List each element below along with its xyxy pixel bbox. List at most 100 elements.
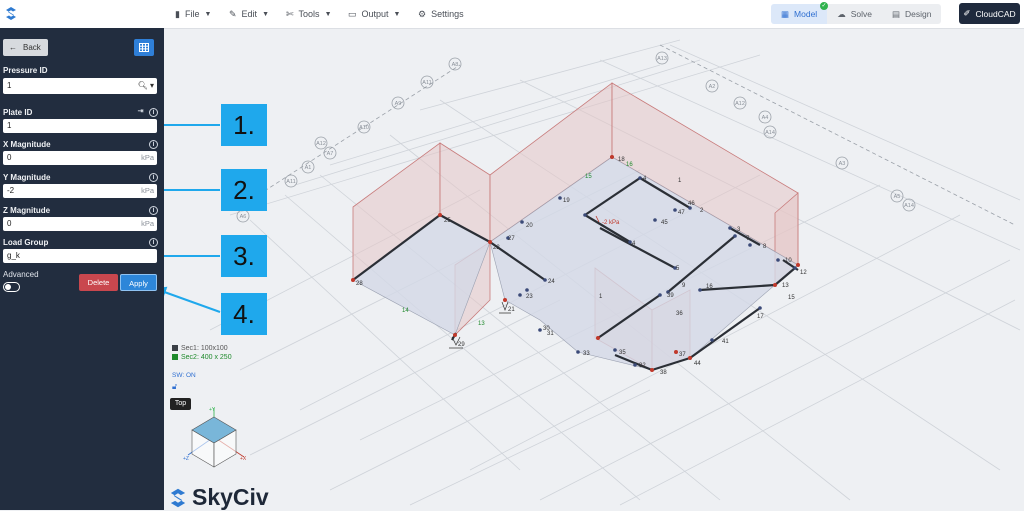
plate-id-field[interactable]: 1 [3,119,157,133]
svg-text:44: 44 [694,361,701,367]
skyciv-logo-icon[interactable] [4,6,18,24]
svg-text:27: 27 [508,236,515,242]
svg-text:35: 35 [619,350,626,356]
callout-4: 4. [221,293,267,335]
svg-text:A14: A14 [765,130,775,136]
settings-menu[interactable]: ⚙ Settings [418,0,464,28]
back-button[interactable]: ← Back [3,39,48,56]
svg-text:+Y: +Y [209,407,216,413]
model-step[interactable]: ▦ Model ✓ [771,2,828,24]
y-magnitude-label: Y Magnitude [3,173,51,182]
top-toolbar: ▮ File ▼ ✎ Edit ▼ ✄ Tools ▼ ▭ Output ▼ ⚙… [0,0,1024,29]
table-view-button[interactable] [134,39,154,56]
svg-text:47: 47 [678,210,685,216]
file-menu-label: File [184,9,200,19]
svg-text:17: 17 [757,314,764,320]
structure-3d-view[interactable]: A8A11A9 A10A12A7 A1A11A6 A13A2A12 A4A14A… [164,28,1024,510]
tools-menu[interactable]: ✄ Tools ▼ [286,0,332,28]
svg-text:A6: A6 [240,214,247,220]
x-magnitude-field[interactable]: 0 kPa [3,151,157,165]
svg-text:22: 22 [493,245,500,251]
view-cube[interactable]: +Y +Z +X [183,407,247,468]
output-menu[interactable]: ▭ Output ▼ [348,0,400,28]
chevron-down-icon: ▼ [324,10,332,18]
svg-text:46: 46 [688,201,695,207]
file-icon: ▮ [175,8,180,19]
select-plate-icon[interactable]: ⇥ [137,108,144,115]
settings-menu-label: Settings [431,9,464,19]
svg-text:28: 28 [356,281,363,287]
section-legend: Sec1: 100x100 Sec2: 400 x 250 [172,344,232,362]
advanced-label: Advanced [3,270,39,279]
pencil-icon: ✎ [229,8,237,19]
z-magnitude-label: Z Magnitude [3,206,51,215]
cloudcad-label: CloudCAD [975,8,1016,19]
advanced-toggle[interactable] [3,282,20,292]
pressure-sidebar: ← Back Pressure ID 1 🔍︎ ▾ Plate ID ⇥ i 1… [0,28,164,510]
plate-id-label: Plate ID [3,108,33,117]
svg-text:+X: +X [240,456,247,462]
svg-text:+Z: +Z [183,456,189,462]
z-magnitude-field[interactable]: 0 kPa [3,217,157,231]
info-icon[interactable]: i [149,140,158,149]
pressure-label: -2 kPa [602,220,620,226]
svg-text:A9: A9 [395,101,402,107]
unit-label: kPa [141,186,154,195]
pressure-id-select[interactable]: 1 🔍︎ ▾ [3,78,157,94]
design-step-label: Design [904,9,932,19]
load-group-label: Load Group [3,238,49,247]
x-magnitude-label: X Magnitude [3,140,51,149]
svg-text:16: 16 [626,162,633,168]
solve-step-label: Solve [850,9,872,19]
model-step-label: Model [794,9,818,19]
document-icon: ▤ [891,8,900,19]
svg-text:19: 19 [563,198,570,204]
skyciv-brand: SkyCiv [168,484,269,511]
svg-text:A1: A1 [305,165,312,171]
y-magnitude-field[interactable]: -2 kPa [3,184,157,198]
svg-text:A8: A8 [452,62,459,68]
svg-text:36: 36 [676,311,683,317]
brand-name: SkyCiv [192,484,269,510]
unit-label: kPa [141,219,154,228]
callout-arrows [164,124,221,313]
svg-text:A5: A5 [894,194,901,200]
callout-2: 2. [221,169,267,211]
cloud-icon: ☁ [837,8,846,19]
file-menu[interactable]: ▮ File ▼ [175,0,211,28]
delete-button[interactable]: Delete [79,274,118,291]
pressure-id-value: 1 [7,81,12,90]
svg-text:A12: A12 [735,101,745,107]
solve-step[interactable]: ☁ Solve [827,4,882,24]
legend-sec2: Sec2: 400 x 250 [172,353,232,362]
svg-text:13: 13 [478,321,485,327]
info-icon[interactable]: i [149,173,158,182]
wrench-icon: ✄ [286,8,294,19]
info-icon[interactable]: i [149,108,158,117]
cube-icon: ▦ [781,8,790,19]
info-icon[interactable]: i [149,206,158,215]
apply-button[interactable]: Apply [120,274,157,291]
self-weight-status[interactable]: SW: ON [172,372,196,379]
arrow-left-icon: ← [9,43,17,52]
edit-menu[interactable]: ✎ Edit ▼ [229,0,269,28]
callout-3: 3. [221,235,267,277]
svg-text:A12: A12 [316,141,326,147]
info-icon[interactable]: i [149,238,158,247]
pressure-id-label: Pressure ID [3,66,48,75]
check-icon: ✓ [820,2,828,10]
load-group-field[interactable]: g_k [3,249,157,263]
unlock-icon[interactable]: 🔓︎ [172,382,177,392]
svg-text:33: 33 [583,351,590,357]
search-icon[interactable]: 🔍︎ ▾ [138,78,154,94]
pen-icon: ✐ [963,8,971,18]
model-viewport[interactable]: A8 A11 A9 A10 A12 A7 A1 A11 A6 A13 A2 A12 A4 A14 A… [164,28,1024,510]
edit-menu-label: Edit [241,9,258,19]
svg-text:39: 39 [667,293,674,299]
design-step[interactable]: ▤ Design [881,4,942,24]
svg-text:29: 29 [458,342,465,348]
cloudcad-button[interactable]: ✐ CloudCAD [959,3,1020,24]
chevron-down-icon: ▼ [393,10,401,18]
callout-1: 1. [221,104,267,146]
svg-text:A11: A11 [286,179,295,185]
